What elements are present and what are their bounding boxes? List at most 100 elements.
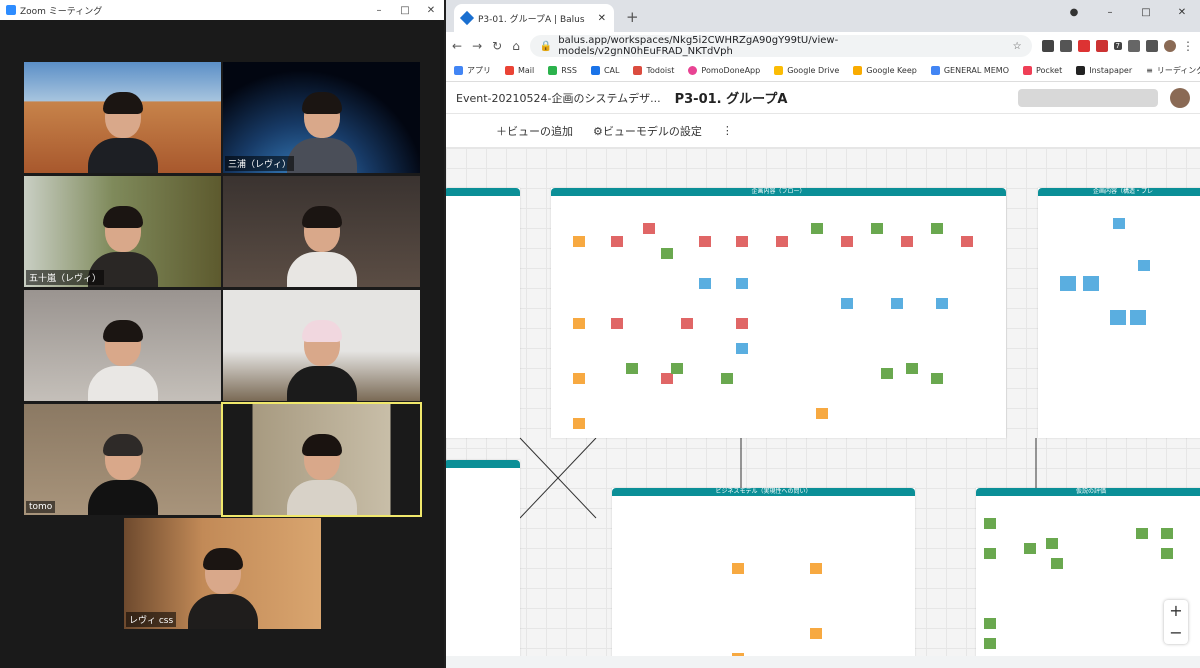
- profile-avatar[interactable]: [1164, 40, 1176, 52]
- sticky-note[interactable]: [736, 236, 748, 247]
- bookmark-instapaper[interactable]: Instapaper: [1076, 66, 1132, 75]
- video-tile-9[interactable]: レヴィ css: [124, 518, 321, 629]
- bookmark-pomodone[interactable]: PomoDoneApp: [688, 66, 760, 75]
- sticky-note[interactable]: [811, 223, 823, 234]
- sticky-note[interactable]: [699, 236, 711, 247]
- minimize-button[interactable]: –: [1092, 7, 1128, 18]
- sticky-note[interactable]: [1083, 276, 1099, 291]
- browser-tab[interactable]: P3-01. グループA | Balus ✕: [454, 4, 614, 32]
- menu-dots-icon[interactable]: ⋮: [1182, 39, 1194, 53]
- sticky-note[interactable]: [984, 548, 996, 559]
- sticky-note[interactable]: [611, 318, 623, 329]
- maximize-button[interactable]: □: [1128, 7, 1164, 18]
- video-tile-8-active-speaker[interactable]: [221, 402, 422, 517]
- bookmark-drive[interactable]: Google Drive: [774, 66, 839, 75]
- view-settings-button[interactable]: ⚙ビューモデルの設定: [593, 123, 702, 139]
- sticky-note[interactable]: [871, 223, 883, 234]
- sticky-note[interactable]: [936, 298, 948, 309]
- sticky-note[interactable]: [736, 318, 748, 329]
- board-left-lower-partial[interactable]: [446, 460, 520, 656]
- minimize-button[interactable]: –: [366, 5, 392, 16]
- sticky-note[interactable]: [573, 236, 585, 247]
- bookmark-general-memo[interactable]: GENERAL MEMO: [930, 66, 1009, 75]
- close-button[interactable]: ✕: [1164, 7, 1200, 18]
- sticky-note[interactable]: [736, 343, 748, 354]
- sticky-note[interactable]: [1046, 538, 1058, 549]
- video-tile-5[interactable]: [24, 290, 221, 401]
- bookmark-apps[interactable]: アプリ: [454, 65, 491, 76]
- avatar[interactable]: [1170, 87, 1190, 108]
- sticky-note[interactable]: [1060, 276, 1076, 291]
- tab-close-icon[interactable]: ✕: [598, 13, 606, 24]
- zoom-out-button[interactable]: −: [1164, 622, 1188, 644]
- sticky-note[interactable]: [901, 236, 913, 247]
- red-ext-icon[interactable]: [1077, 40, 1090, 52]
- close-button[interactable]: ✕: [418, 5, 444, 16]
- sticky-note[interactable]: [626, 363, 638, 374]
- sticky-note[interactable]: [1110, 310, 1126, 325]
- video-tile-2[interactable]: 三浦（レヴィ）: [223, 62, 420, 173]
- video-tile-1[interactable]: [24, 62, 221, 173]
- sticky-note[interactable]: [681, 318, 693, 329]
- sticky-note[interactable]: [810, 628, 822, 639]
- board-flow[interactable]: 企画内容（フロー）: [551, 188, 1006, 438]
- sticky-note[interactable]: [671, 363, 683, 374]
- breadcrumb[interactable]: Event-20210524-企画のシステムデザ...: [456, 90, 661, 106]
- sticky-note[interactable]: [881, 368, 893, 379]
- camera-ext-icon[interactable]: [1128, 40, 1140, 52]
- sticky-note[interactable]: [891, 298, 903, 309]
- add-view-button[interactable]: ＋ビューの追加: [496, 123, 573, 139]
- sticky-note[interactable]: [1024, 543, 1036, 554]
- sticky-note[interactable]: [721, 373, 733, 384]
- sticky-note[interactable]: [776, 236, 788, 247]
- forward-icon[interactable]: →: [472, 39, 482, 53]
- back-icon[interactable]: ←: [452, 39, 462, 53]
- todoist-ext-icon[interactable]: [1095, 40, 1108, 52]
- reload-icon[interactable]: ↻: [492, 39, 502, 53]
- sticky-note[interactable]: [643, 223, 655, 234]
- sticky-note[interactable]: [736, 278, 748, 289]
- instapaper-ext-icon[interactable]: [1059, 40, 1072, 52]
- sticky-note[interactable]: [1051, 558, 1063, 569]
- maximize-button[interactable]: □: [392, 5, 418, 16]
- tab-search-icon[interactable]: ●: [1056, 7, 1092, 18]
- home-icon[interactable]: ⌂: [512, 39, 520, 53]
- sticky-note[interactable]: [1113, 218, 1125, 229]
- sticky-note[interactable]: [961, 236, 973, 247]
- whiteboard-canvas[interactable]: 企画内容（フロー） 企画内容（構造・プレ ビジネスモデル（実現性への問い） 仮説…: [446, 148, 1200, 656]
- zoom-in-button[interactable]: +: [1164, 600, 1188, 622]
- sticky-note[interactable]: [573, 373, 585, 384]
- sticky-note[interactable]: [1138, 260, 1150, 271]
- sticky-note[interactable]: [984, 618, 996, 629]
- bookmark-rss[interactable]: RSS: [548, 66, 577, 75]
- bookmark-cal[interactable]: CAL: [590, 66, 619, 75]
- sticky-note[interactable]: [1130, 310, 1146, 325]
- sticky-note[interactable]: [841, 236, 853, 247]
- sticky-note[interactable]: [573, 418, 585, 429]
- bookmark-pocket[interactable]: Pocket: [1022, 66, 1062, 75]
- sticky-note[interactable]: [661, 248, 673, 259]
- video-tile-4[interactable]: [223, 176, 420, 287]
- sticky-note[interactable]: [573, 318, 585, 329]
- sticky-note[interactable]: [1136, 528, 1148, 539]
- sticky-note[interactable]: [816, 408, 828, 419]
- address-bar[interactable]: 🔒 balus.app/workspaces/Nkg5i2CWHRZgA90gY…: [529, 35, 1032, 57]
- sticky-note[interactable]: [810, 563, 822, 574]
- sticky-note[interactable]: [699, 278, 711, 289]
- new-tab-button[interactable]: +: [626, 8, 639, 26]
- pocket-ext-icon[interactable]: [1041, 40, 1054, 52]
- sticky-note[interactable]: [661, 373, 673, 384]
- bookmark-mail[interactable]: Mail: [505, 66, 534, 75]
- sticky-note[interactable]: [611, 236, 623, 247]
- reading-list[interactable]: ≡ リーディング リスト: [1146, 65, 1200, 76]
- bookmark-keep[interactable]: Google Keep: [853, 66, 917, 75]
- sticky-note[interactable]: [984, 518, 996, 529]
- sticky-note[interactable]: [841, 298, 853, 309]
- video-tile-3[interactable]: 五十嵐（レヴィ）: [24, 176, 221, 287]
- sticky-note[interactable]: [906, 363, 918, 374]
- sticky-note[interactable]: [984, 638, 996, 649]
- board-left-partial[interactable]: [446, 188, 520, 438]
- more-menu-icon[interactable]: ⋮: [722, 124, 733, 137]
- bookmark-star-icon[interactable]: ☆: [1013, 41, 1022, 52]
- video-tile-7[interactable]: tomo: [24, 404, 221, 515]
